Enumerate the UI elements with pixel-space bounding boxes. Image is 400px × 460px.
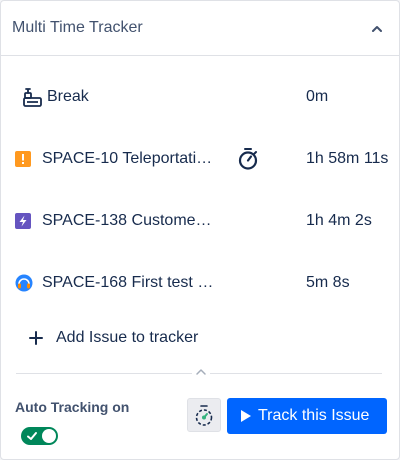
check-icon: [27, 432, 37, 440]
epic-icon: [15, 211, 35, 231]
plus-icon: [27, 329, 45, 347]
tracker-row-break[interactable]: Break 0m: [1, 77, 399, 117]
auto-track-icon: [195, 405, 213, 426]
auto-tracking-label: Auto Tracking on: [15, 399, 130, 415]
row-label: Break: [47, 88, 89, 105]
impediment-icon: [15, 149, 35, 169]
row-time: 5m 8s: [306, 274, 350, 291]
break-icon: [23, 87, 43, 107]
auto-track-button[interactable]: [187, 398, 221, 432]
toggle-knob: [42, 429, 56, 443]
row-label: SPACE-10 Teleportation of goods: [42, 150, 214, 167]
row-label: SPACE-138 Customer request: [42, 212, 214, 229]
stopwatch-icon[interactable]: [237, 147, 259, 171]
track-this-issue-button[interactable]: Track this Issue: [227, 398, 387, 434]
chevron-up-icon[interactable]: [367, 19, 387, 39]
panel-title: Multi Time Tracker: [12, 19, 143, 36]
chevron-up-small-icon[interactable]: [192, 366, 210, 380]
support-icon: [15, 273, 35, 293]
row-time: 1h 4m 2s: [306, 212, 372, 229]
row-label: SPACE-168 First test issue: [42, 274, 214, 291]
multi-time-tracker-panel: Multi Time Tracker Break 0m SPACE-10 Tel: [0, 0, 400, 460]
play-icon: [241, 410, 251, 422]
track-button-label: Track this Issue: [258, 407, 370, 424]
row-time: 1h 58m 11s: [306, 150, 389, 167]
row-time: 0m: [306, 88, 329, 105]
tracker-row-space-168[interactable]: SPACE-168 First test issue 5m 8s: [1, 263, 399, 303]
tracker-row-space-138[interactable]: SPACE-138 Customer request 1h 4m 2s: [1, 201, 399, 241]
panel-header[interactable]: Multi Time Tracker: [1, 1, 399, 56]
tracker-row-space-10[interactable]: SPACE-10 Teleportation of goods 1h 58m 1…: [1, 139, 399, 179]
auto-tracking-toggle[interactable]: [21, 427, 58, 445]
add-issue-label: Add Issue to tracker: [56, 329, 199, 346]
